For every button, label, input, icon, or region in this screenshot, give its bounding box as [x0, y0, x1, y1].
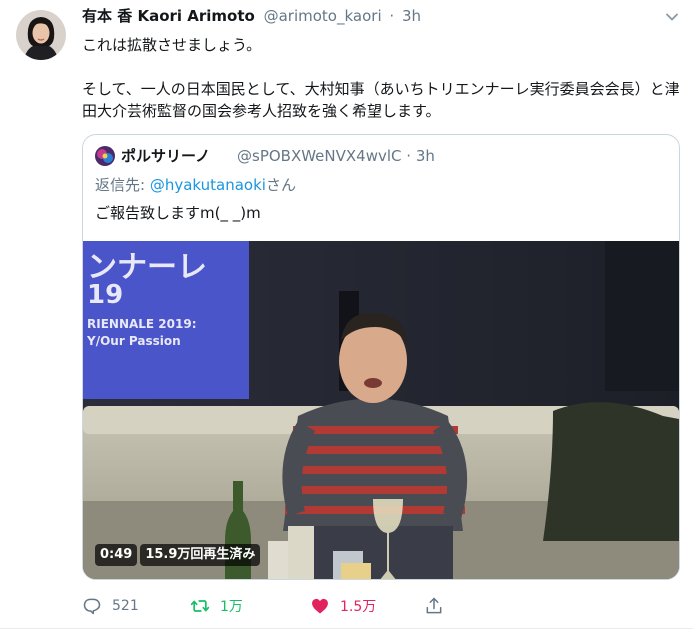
retweet-button[interactable]: 1万 [190, 594, 243, 618]
video-player[interactable]: ンナーレ 19 RIENNALE 2019: Y/Our Passion 0:4… [83, 241, 679, 579]
like-count: 1.5万 [340, 599, 377, 615]
quoted-separator: · [406, 147, 412, 165]
quoted-tweet[interactable]: ポルサリーノ @sPOBXWeNVX4wvlC · 3h 返信先: @hyaku… [82, 134, 680, 580]
video-badge: 0:49 15.9万回再生済み [95, 544, 263, 566]
quoted-timestamp[interactable]: 3h [416, 147, 435, 165]
tweet-text: これは拡散させましょう。 そして、一人の日本国民として、大村知事（あいちトリエン… [82, 34, 682, 122]
author-name[interactable]: 有本 香 Kaori Arimoto [82, 7, 255, 25]
retweet-icon [190, 600, 210, 612]
quoted-avatar[interactable] [95, 146, 115, 166]
quoted-author-name[interactable]: ポルサリーノ [121, 145, 210, 167]
caret-down-icon[interactable] [665, 10, 679, 24]
tweet-text-paragraph2: そして、一人の日本国民として、大村知事（あいちトリエンナーレ実行委員会会長）と津… [82, 80, 680, 120]
screen-text-2: 19 [87, 280, 123, 310]
author-avatar[interactable] [16, 10, 66, 60]
quoted-author-handle[interactable]: @sPOBXWeNVX4wvlC [237, 147, 402, 165]
video-views: 15.9万回再生済み [140, 544, 261, 566]
replying-to-mention[interactable]: @hyakutanaoki [150, 176, 266, 194]
replying-to-suffix: さん [265, 176, 296, 194]
share-button[interactable] [424, 594, 454, 618]
screen-text-4: Y/Our Passion [86, 334, 181, 348]
tweet-text-line1: これは拡散させましょう。 [82, 36, 262, 54]
screen-text-3: RIENNALE 2019: [87, 317, 197, 331]
tweet-actions: 521 1万 1.5万 [82, 594, 522, 618]
video-duration: 0:49 [95, 544, 138, 566]
quoted-meta: @sPOBXWeNVX4wvlC · 3h [237, 145, 435, 167]
header-separator: · [389, 7, 395, 25]
quoted-text: ご報告致しますm(_ _)m [95, 204, 261, 222]
replying-to: 返信先: @hyakutanaokiさん [95, 175, 296, 195]
tweet[interactable]: 有本 香 Kaori Arimoto @arimoto_kaori · 3h こ… [0, 0, 693, 629]
like-button[interactable]: 1.5万 [310, 594, 376, 618]
reply-icon [83, 598, 101, 615]
video-frame: ンナーレ 19 RIENNALE 2019: Y/Our Passion [83, 241, 679, 579]
retweet-count: 1万 [220, 599, 243, 615]
share-icon [426, 597, 442, 614]
tweet-header: 有本 香 Kaori Arimoto @arimoto_kaori · 3h [82, 6, 421, 26]
author-handle[interactable]: @arimoto_kaori [264, 7, 382, 25]
heart-icon [312, 598, 328, 614]
reply-button[interactable]: 521 [82, 594, 139, 618]
tweet-timestamp[interactable]: 3h [402, 7, 421, 25]
replying-to-prefix: 返信先: [95, 176, 150, 194]
reply-count: 521 [112, 598, 139, 614]
